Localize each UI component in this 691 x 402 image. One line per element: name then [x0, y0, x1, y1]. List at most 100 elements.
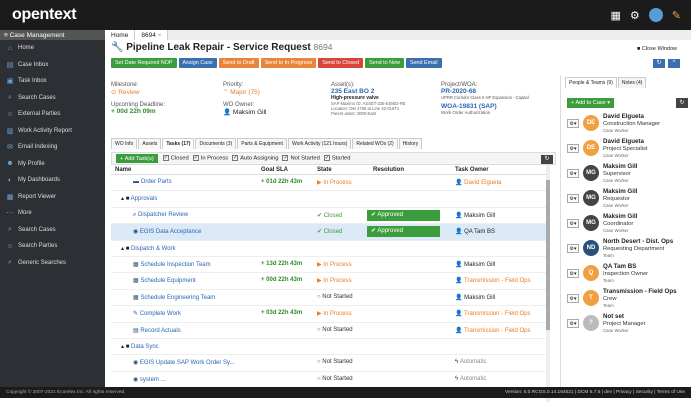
- task-name[interactable]: Schedule Equipment: [140, 278, 195, 284]
- edit-icon[interactable]: ✎: [672, 9, 681, 22]
- sidebar-item-12[interactable]: ☺ Search Parties: [0, 238, 105, 255]
- person-name[interactable]: David Elgueta: [603, 113, 644, 120]
- task-name[interactable]: Schedule Engineering Team: [140, 295, 215, 301]
- task-name[interactable]: Record Actuals: [140, 328, 180, 334]
- person-name[interactable]: QA Tam BS: [603, 263, 636, 270]
- task-owner-cell[interactable]: 👤 Maksim Gill: [455, 294, 495, 301]
- table-row[interactable]: ▴ ■ Dispatch & Work: [111, 241, 547, 257]
- gear-icon[interactable]: ⚙▾: [567, 169, 579, 178]
- sidebar-item-4[interactable]: ☺ External Parties: [0, 106, 105, 123]
- action-button-2[interactable]: Send to Draft: [218, 58, 259, 68]
- sidebar-item-11[interactable]: ⌕ Search Cases: [0, 222, 105, 239]
- close-window-button[interactable]: ■ Close Window: [637, 46, 677, 52]
- tab-notes[interactable]: Notes (4): [617, 77, 647, 88]
- action-button-6[interactable]: Send Email: [405, 58, 442, 68]
- add-task-button[interactable]: + Add Task(s): [116, 154, 158, 163]
- table-row[interactable]: ▦ Schedule Engineering Team ○ Not Started…: [111, 290, 547, 307]
- sidebar-item-3[interactable]: ⌕ Search Cases: [0, 90, 105, 107]
- sidebar-item-13[interactable]: ⌕ Generic Searches: [0, 255, 105, 272]
- table-row[interactable]: ✎ Complete Work + 03d 22h 43m ▶ In Process…: [111, 306, 547, 323]
- person-name[interactable]: Maksim Gill: [603, 163, 637, 170]
- task-owner-cell[interactable]: 👤 David Elgueta: [455, 179, 502, 186]
- task-name[interactable]: Schedule Inspection Team: [140, 262, 210, 268]
- col-name[interactable]: Name: [115, 167, 131, 173]
- col-goal-sla[interactable]: Goal SLA: [261, 167, 288, 173]
- avatar[interactable]: [648, 8, 663, 22]
- task-name[interactable]: Complete Work: [140, 311, 181, 317]
- person-name[interactable]: Transmission - Field Ops: [603, 288, 677, 295]
- subtab-1[interactable]: Assets: [138, 138, 162, 149]
- task-name[interactable]: Data Sync: [131, 344, 159, 350]
- task-name[interactable]: EGIS Data Acceptance: [140, 229, 201, 235]
- subtab-5[interactable]: Work Activity (121 hours): [287, 138, 352, 149]
- gear-icon[interactable]: ⚙▾: [567, 194, 579, 203]
- filter-2[interactable]: ✓ Auto Assigning: [232, 155, 278, 162]
- sidebar-item-10[interactable]: ⋯ More: [0, 205, 105, 222]
- gear-icon[interactable]: ⚙▾: [567, 119, 579, 128]
- refresh-icon[interactable]: ↻: [541, 155, 553, 164]
- tab-people-teams[interactable]: People & Teams (9): [565, 77, 617, 88]
- subtab-3[interactable]: Documents (3): [195, 138, 237, 149]
- task-owner-cell[interactable]: ϟ Automatic: [455, 359, 487, 365]
- subtab-0[interactable]: WO Info: [111, 138, 138, 149]
- tab-home[interactable]: Home: [105, 30, 136, 40]
- task-name[interactable]: system ...: [140, 377, 166, 383]
- person-name[interactable]: North Desert - Dist. Ops: [603, 238, 673, 245]
- gear-icon[interactable]: ⚙▾: [567, 144, 579, 153]
- task-name[interactable]: Dispatch & Work: [131, 246, 176, 252]
- sidebar-item-5[interactable]: ▥ Work Activity Report: [0, 123, 105, 140]
- table-row[interactable]: ⌕ Dispatcher Review ✔ Closed ✔ Approved 👤 M…: [111, 208, 547, 225]
- gear-icon[interactable]: ⚙▾: [567, 319, 579, 328]
- col-task-owner[interactable]: Task Owner: [455, 167, 489, 173]
- task-owner-cell[interactable]: 👤 Transmission - Field Ops: [455, 327, 531, 334]
- person-name[interactable]: Maksim Gill: [603, 213, 637, 220]
- table-row[interactable]: ◉ EGIS Data Acceptance ✔ Closed ✔ Approved…: [111, 224, 547, 241]
- collapse-icon[interactable]: ^: [668, 59, 680, 68]
- task-owner-cell[interactable]: 👤 QA Tam BS: [455, 228, 495, 235]
- table-row[interactable]: ▴ ■ Data Sync: [111, 339, 547, 356]
- table-row[interactable]: ▴ ■ Approvals: [111, 191, 547, 208]
- woa-link[interactable]: WOA-19831 (SAP): [441, 103, 529, 110]
- task-name[interactable]: EGIS Update SAP Work Order Sy...: [140, 360, 235, 366]
- task-owner-cell[interactable]: 👤 Maksim Gill: [455, 212, 495, 219]
- subtab-7[interactable]: History: [398, 138, 423, 149]
- settings-icon[interactable]: ⚙: [630, 9, 640, 22]
- col-resolution[interactable]: Resolution: [373, 167, 404, 173]
- scrollbar[interactable]: [546, 165, 550, 402]
- table-row[interactable]: ◉ EGIS Update SAP Work Order Sy... ○ Not …: [111, 355, 547, 372]
- subtab-6[interactable]: Related WOs (2): [352, 138, 398, 149]
- asset-link[interactable]: 235 East BO 2: [331, 88, 406, 95]
- action-button-1[interactable]: Assign Case: [178, 58, 217, 68]
- tab-case[interactable]: 8694 ×: [135, 30, 169, 40]
- table-row[interactable]: ◉ system ... ○ Not Started ϟ Automatic: [111, 372, 547, 389]
- footer-links[interactable]: Version: 5.0.RCGS.0.14.164521 | DCM 5.7.…: [505, 390, 685, 395]
- scroll-thumb[interactable]: [546, 180, 550, 330]
- person-name[interactable]: Not set: [603, 313, 624, 320]
- task-name[interactable]: Dispatcher Review: [138, 212, 188, 218]
- person-name[interactable]: Maksim Gill: [603, 188, 637, 195]
- table-row[interactable]: ▤ Record Actuals ○ Not Started 👤 Transmiss…: [111, 323, 547, 339]
- table-row[interactable]: ▦ Schedule Equipment + 00d 22h 43m ▶ In Pr…: [111, 273, 547, 290]
- project-link[interactable]: PR-2020-68: [441, 88, 529, 95]
- action-button-4[interactable]: Send to Closed: [318, 58, 364, 68]
- task-owner-cell[interactable]: 👤 Maksim Gill: [455, 261, 495, 268]
- filter-3[interactable]: ✓ Not Started: [282, 155, 320, 162]
- gear-icon[interactable]: ⚙▾: [567, 219, 579, 228]
- refresh-people-icon[interactable]: ↻: [676, 98, 688, 108]
- subtab-4[interactable]: Parts & Equipment: [237, 138, 287, 149]
- table-row[interactable]: ▬ Order Parts + 01d 22h 43m ▶ In Process 👤 …: [111, 175, 547, 192]
- refresh-case-icon[interactable]: ↻: [653, 59, 665, 68]
- sidebar-item-9[interactable]: ▦ Report Viewer: [0, 189, 105, 206]
- task-name[interactable]: Order Parts: [141, 179, 172, 185]
- close-icon[interactable]: ×: [158, 32, 162, 39]
- action-button-3[interactable]: Send to In Progress: [260, 58, 317, 68]
- table-row[interactable]: ▦ Schedule Inspection Team + 13d 22h 43m ▶…: [111, 257, 547, 274]
- sidebar-header[interactable]: ≡ Case Management: [0, 30, 105, 40]
- checkbox-icon[interactable]: ✓: [192, 155, 199, 162]
- checkbox-icon[interactable]: ✓: [282, 155, 289, 162]
- filter-4[interactable]: ✓ Started: [323, 155, 351, 162]
- sidebar-item-1[interactable]: ▤ Case Inbox: [0, 57, 105, 74]
- sidebar-item-7[interactable]: ☻ My Profile: [0, 156, 105, 173]
- gear-icon[interactable]: ⚙▾: [567, 294, 579, 303]
- add-to-case-button[interactable]: + Add to Case ▾: [567, 98, 615, 108]
